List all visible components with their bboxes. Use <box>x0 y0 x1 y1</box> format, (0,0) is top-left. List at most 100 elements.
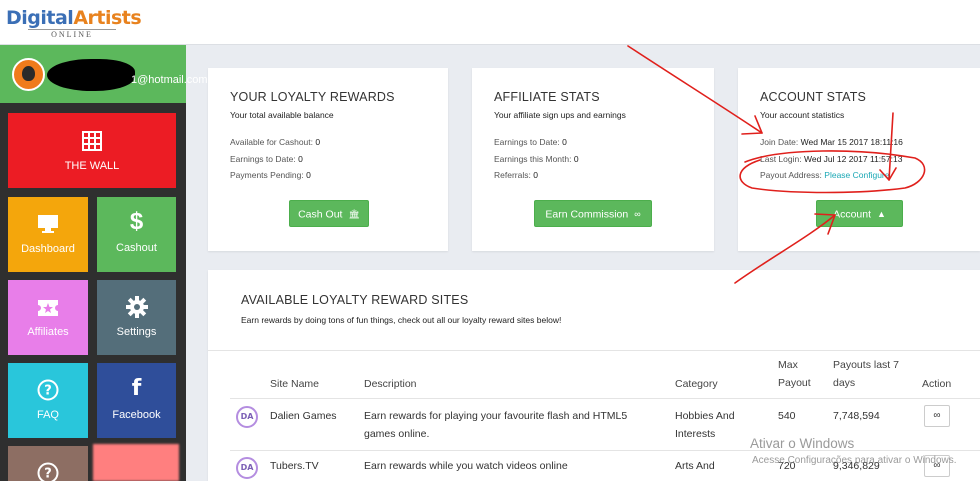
user-icon: ▲ <box>877 209 886 219</box>
row-label: Available for Cashout: <box>230 137 314 147</box>
header-line: days <box>833 377 856 389</box>
category-line: Interests <box>675 428 716 440</box>
sites-title: AVAILABLE LOYALTY REWARD SITES <box>241 293 469 307</box>
windows-watermark-text: Acesse Configurações para ativar o Windo… <box>752 455 957 466</box>
loyalty-row-earnings: Earnings to Date: 0 <box>230 154 303 164</box>
logo-word-artists: Artists <box>73 7 142 29</box>
site-name: Tubers.TV <box>270 460 319 472</box>
row-label: Earnings to Date: <box>230 154 296 164</box>
windows-watermark-title: Ativar o Windows <box>750 436 855 451</box>
question-circle-icon: ? <box>37 462 59 481</box>
account-button[interactable]: Account ▲ <box>816 200 903 227</box>
row-value: 0 <box>573 154 579 164</box>
row-divider <box>230 450 980 451</box>
open-site-button[interactable]: ∞ <box>924 405 950 427</box>
tile-blurred[interactable] <box>93 444 179 481</box>
affiliate-stats-card: AFFILIATE STATS Your affiliate sign ups … <box>472 68 714 251</box>
site-category: Hobbies And Interests <box>675 407 735 443</box>
sites-subtitle: Earn rewards by doing tons of fun things… <box>241 315 562 325</box>
tile-the-wall[interactable]: THE WALL <box>8 113 176 188</box>
tile-the-wall-label: THE WALL <box>64 160 120 172</box>
row-value: 0 <box>562 137 567 147</box>
earn-commission-label: Earn Commission <box>545 208 629 221</box>
desc-line: games online. <box>364 428 430 440</box>
affiliate-row-earnings: Earnings to Date: 0 <box>494 137 567 147</box>
account-row-join-date: Join Date: Wed Mar 15 2017 18:11:16 <box>760 137 903 147</box>
configure-payout-link[interactable]: Please Configure <box>824 170 889 180</box>
col-header-category[interactable]: Category <box>675 375 718 393</box>
tile-faq-label: FAQ <box>36 409 59 421</box>
facebook-icon: f <box>131 376 142 401</box>
row-label: Referrals: <box>494 170 531 180</box>
category-line: Hobbies And <box>675 410 735 422</box>
account-stats-card: ACCOUNT STATS Your account statistics Jo… <box>738 68 980 251</box>
row-label: Payout Address: <box>760 170 822 180</box>
profile-bar[interactable]: 1@hotmail.com <box>0 45 208 103</box>
desc-line: Earn rewards for playing your favourite … <box>364 410 628 422</box>
bank-icon: 🏛︎ <box>348 209 360 219</box>
col-header-payouts-7-days[interactable]: Payouts last 7 days <box>833 356 899 392</box>
dollar-icon: $ <box>129 208 144 235</box>
row-value: 0 <box>315 137 321 147</box>
row-label: Payments Pending: <box>230 170 304 180</box>
account-row-last-login: Last Login: Wed Jul 12 2017 11:57:13 <box>760 154 902 164</box>
loyalty-subtitle: Your total available balance <box>230 110 334 120</box>
tile-dashboard[interactable]: Dashboard <box>8 197 88 272</box>
affiliate-row-month: Earnings this Month: 0 <box>494 154 579 164</box>
tile-dashboard-label: Dashboard <box>21 243 75 255</box>
row-value: 0 <box>533 170 538 180</box>
tile-cashout-label: Cashout <box>116 242 157 254</box>
logo-tagline: ONLINE <box>28 29 116 39</box>
svg-text:?: ? <box>44 384 52 399</box>
affiliate-title: AFFILIATE STATS <box>494 90 600 104</box>
site-name: Dalien Games <box>270 410 337 422</box>
col-header-max-payout[interactable]: Max Payout <box>778 356 811 392</box>
header-line: Payouts last 7 <box>833 359 899 371</box>
row-value: Wed Mar 15 2017 18:11:16 <box>800 137 903 147</box>
row-value: 0 <box>306 170 311 180</box>
tile-cashout[interactable]: $ Cashout <box>97 197 176 272</box>
top-bar: DigitalArtists ONLINE <box>0 0 980 45</box>
profile-email: 1@hotmail.com <box>131 74 208 86</box>
header-line: Payout <box>778 377 811 389</box>
col-header-action: Action <box>922 378 952 390</box>
site-description: Earn rewards while you watch videos onli… <box>364 460 568 472</box>
reward-sites-card: AVAILABLE LOYALTY REWARD SITES Earn rewa… <box>208 270 980 481</box>
redacted-username <box>47 59 135 91</box>
site-logo-icon: DA <box>236 406 258 428</box>
loyalty-title: YOUR LOYALTY REWARDS <box>230 90 395 104</box>
avatar <box>12 58 45 91</box>
row-value: Wed Jul 12 2017 11:57:13 <box>803 154 903 164</box>
tile-affiliates[interactable]: Affiliates <box>8 280 88 355</box>
logo-word-digital: Digital <box>6 7 74 29</box>
row-label: Last Login: <box>760 154 802 164</box>
tile-facebook-label: Facebook <box>112 409 161 421</box>
account-subtitle: Your account statistics <box>760 110 845 120</box>
tile-settings-label: Settings <box>116 326 157 338</box>
cash-out-label: Cash Out <box>298 208 343 221</box>
tile-faq[interactable]: ? FAQ <box>8 363 88 438</box>
tile-help[interactable]: ? <box>8 446 88 481</box>
loyalty-row-pending: Payments Pending: 0 <box>230 170 311 180</box>
account-row-payout-address: Payout Address: Please Configure <box>760 170 890 180</box>
row-label: Earnings to Date: <box>494 137 560 147</box>
account-title: ACCOUNT STATS <box>760 90 867 104</box>
link-icon: ∞ <box>634 209 641 219</box>
col-header-site-name[interactable]: Site Name <box>270 375 319 393</box>
tile-facebook[interactable]: f Facebook <box>97 363 176 438</box>
earn-commission-button[interactable]: Earn Commission ∞ <box>534 200 652 227</box>
cash-out-button[interactable]: Cash Out 🏛︎ <box>289 200 369 227</box>
site-logo[interactable]: DigitalArtists ONLINE <box>6 7 142 40</box>
monitor-icon <box>38 215 58 233</box>
question-circle-icon: ? <box>37 379 59 401</box>
gear-icon <box>125 296 148 318</box>
col-header-description[interactable]: Description <box>364 375 417 393</box>
loyalty-row-available: Available for Cashout: 0 <box>230 137 320 147</box>
loyalty-rewards-card: YOUR LOYALTY REWARDS Your total availabl… <box>208 68 448 251</box>
sidebar: 1@hotmail.com THE WALL Dashboard $ Casho… <box>0 45 208 481</box>
tile-settings[interactable]: Settings <box>97 280 176 355</box>
logo-wordmark: DigitalArtists <box>6 7 142 29</box>
ticket-icon <box>38 300 58 316</box>
site-category: Arts And <box>675 460 715 472</box>
site-max-payout: 540 <box>778 410 796 422</box>
